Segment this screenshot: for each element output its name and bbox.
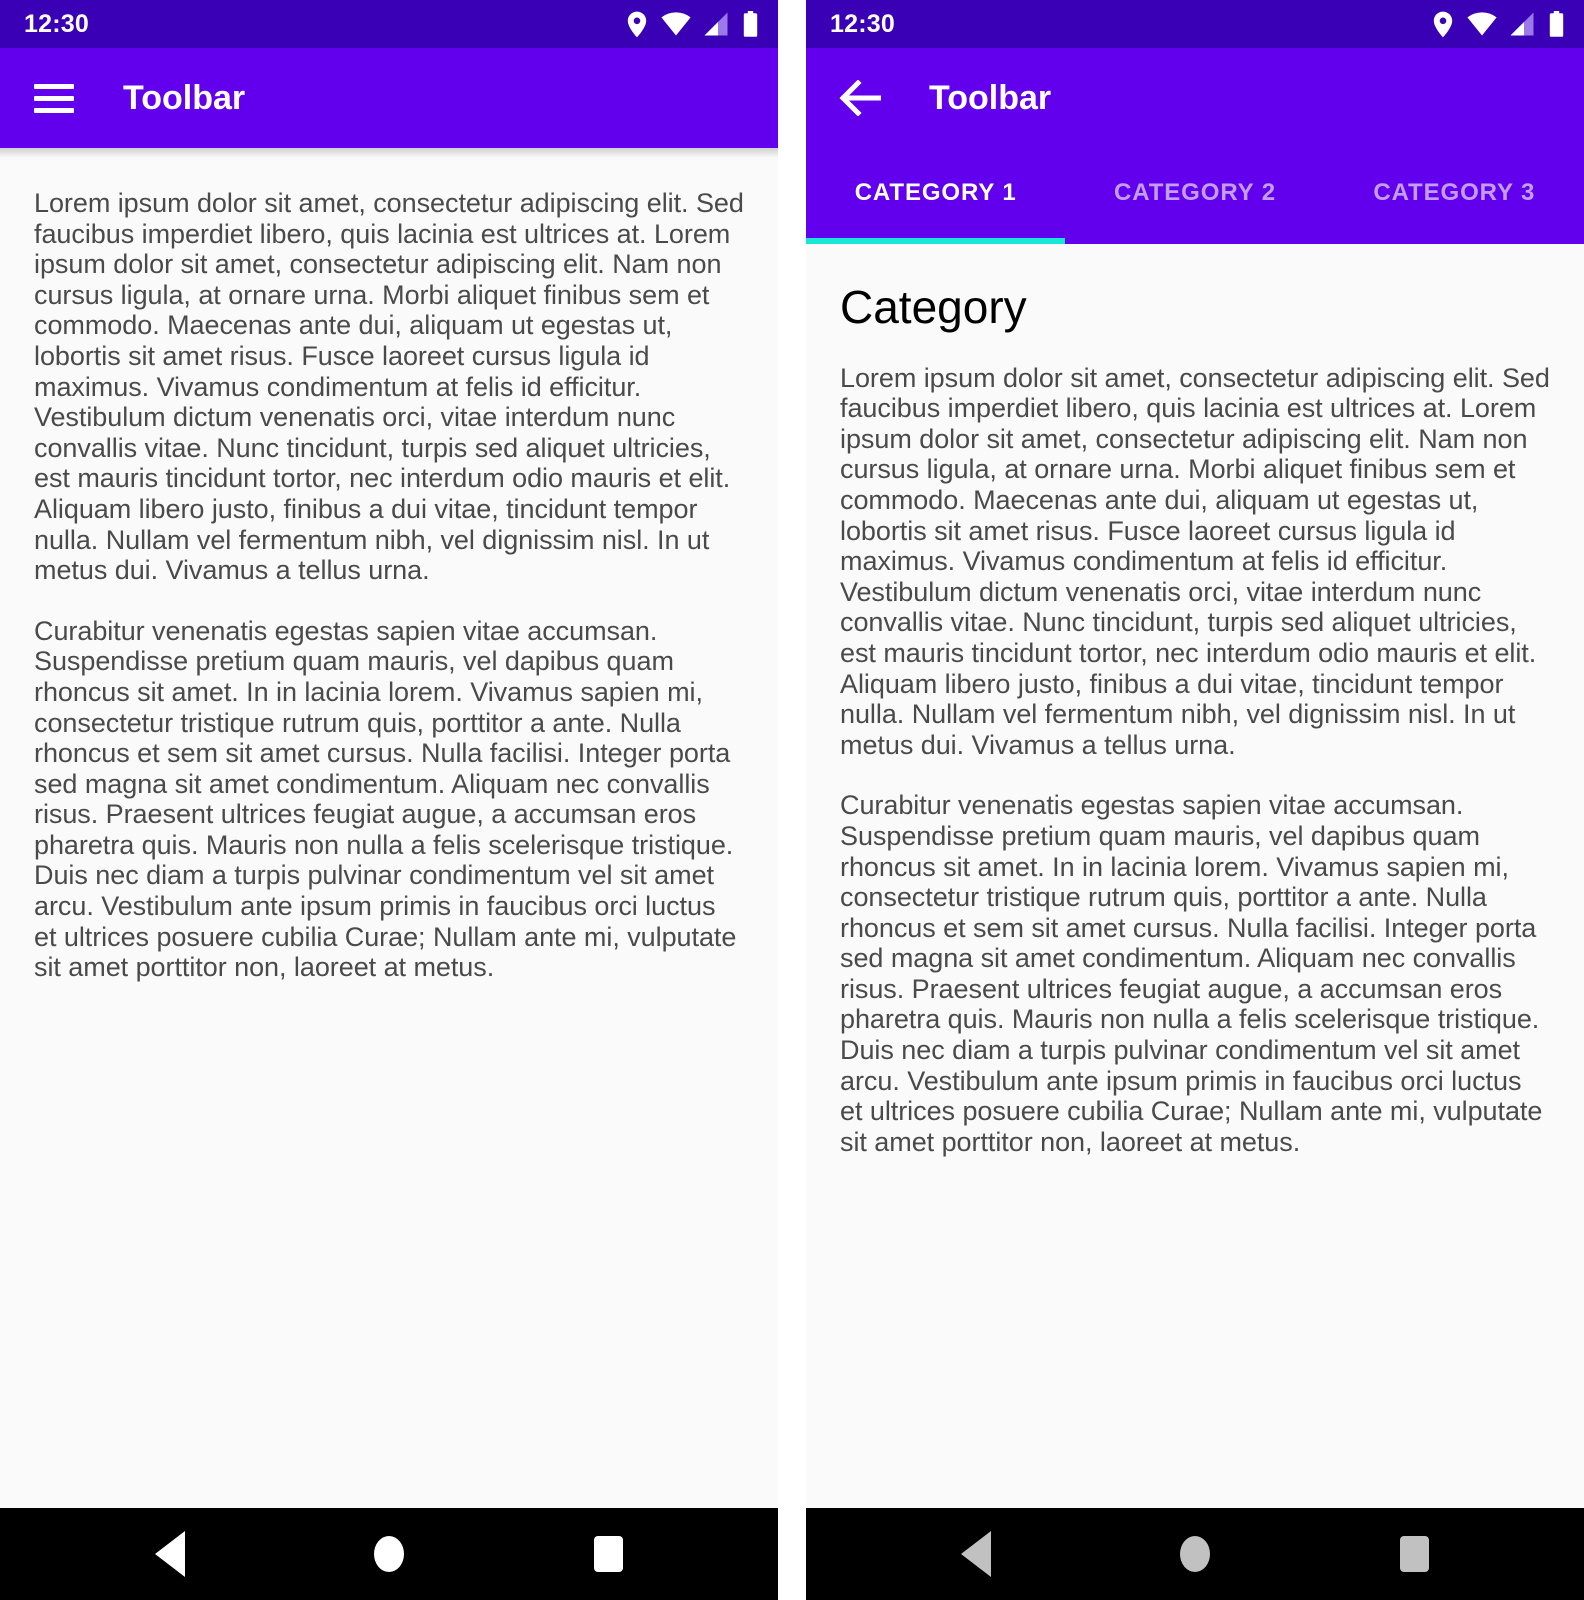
cell-signal-icon	[704, 12, 730, 36]
right-phone-screen: 12:30 Toolbar CATEGORY 1 CATEGORY 2 CATE…	[806, 0, 1584, 1600]
arrow-back-glyph	[839, 80, 881, 116]
left-system-nav-bar	[0, 1508, 778, 1600]
battery-icon	[1549, 11, 1564, 37]
location-pin-icon	[1432, 11, 1454, 38]
home-nav-icon[interactable]	[1159, 1518, 1231, 1590]
right-paragraph-2: Curabitur venenatis egestas sapien vitae…	[840, 790, 1543, 1157]
status-bar: 12:30	[806, 0, 1584, 48]
tab-category-1[interactable]: CATEGORY 1	[806, 148, 1065, 238]
hamburger-menu-icon[interactable]	[26, 70, 82, 126]
right-system-nav-bar	[806, 1508, 1584, 1600]
category-tab-bar: CATEGORY 1 CATEGORY 2 CATEGORY 3	[806, 148, 1584, 244]
left-content-area: Lorem ipsum dolor sit amet, consectetur …	[0, 158, 778, 1508]
left-paragraph-2: Curabitur venenatis egestas sapien vitae…	[34, 615, 737, 983]
home-nav-icon[interactable]	[353, 1518, 425, 1590]
left-paragraph-1: Lorem ipsum dolor sit amet, consectetur …	[34, 188, 744, 586]
status-bar-icons	[1432, 11, 1564, 38]
right-toolbar-title: Toolbar	[929, 79, 1052, 117]
back-nav-icon[interactable]	[134, 1518, 206, 1590]
right-paragraph-1: Lorem ipsum dolor sit amet, consectetur …	[840, 362, 1550, 760]
cell-signal-icon	[1510, 12, 1536, 36]
wifi-icon	[1467, 12, 1497, 36]
dual-screenshot-container: 12:30 Toolbar Lorem ipsum dolor sit amet…	[0, 0, 1584, 1600]
left-toolbar: Toolbar	[0, 48, 778, 148]
left-toolbar-title: Toolbar	[123, 79, 246, 117]
location-pin-icon	[626, 11, 648, 38]
arrow-back-icon[interactable]	[832, 70, 888, 126]
category-heading: Category	[840, 281, 1027, 333]
status-bar: 12:30	[0, 0, 778, 48]
right-toolbar: Toolbar	[806, 48, 1584, 148]
tab-active-indicator	[806, 238, 1066, 244]
wifi-icon	[661, 12, 691, 36]
battery-icon	[743, 11, 758, 37]
status-bar-icons	[626, 11, 758, 38]
right-content-area: Category Lorem ipsum dolor sit amet, con…	[806, 244, 1584, 1508]
status-bar-clock: 12:30	[830, 9, 895, 38]
left-phone-screen: 12:30 Toolbar Lorem ipsum dolor sit amet…	[0, 0, 778, 1600]
tab-category-3[interactable]: CATEGORY 3	[1325, 148, 1584, 238]
screen-separator-gutter	[778, 0, 806, 1600]
tab-category-2[interactable]: CATEGORY 2	[1065, 148, 1324, 238]
recents-nav-icon[interactable]	[572, 1518, 644, 1590]
back-nav-icon[interactable]	[940, 1518, 1012, 1590]
left-toolbar-shadow	[0, 148, 778, 158]
recents-nav-icon[interactable]	[1378, 1518, 1450, 1590]
hamburger-menu-glyph	[34, 83, 74, 113]
status-bar-clock: 12:30	[24, 9, 89, 38]
